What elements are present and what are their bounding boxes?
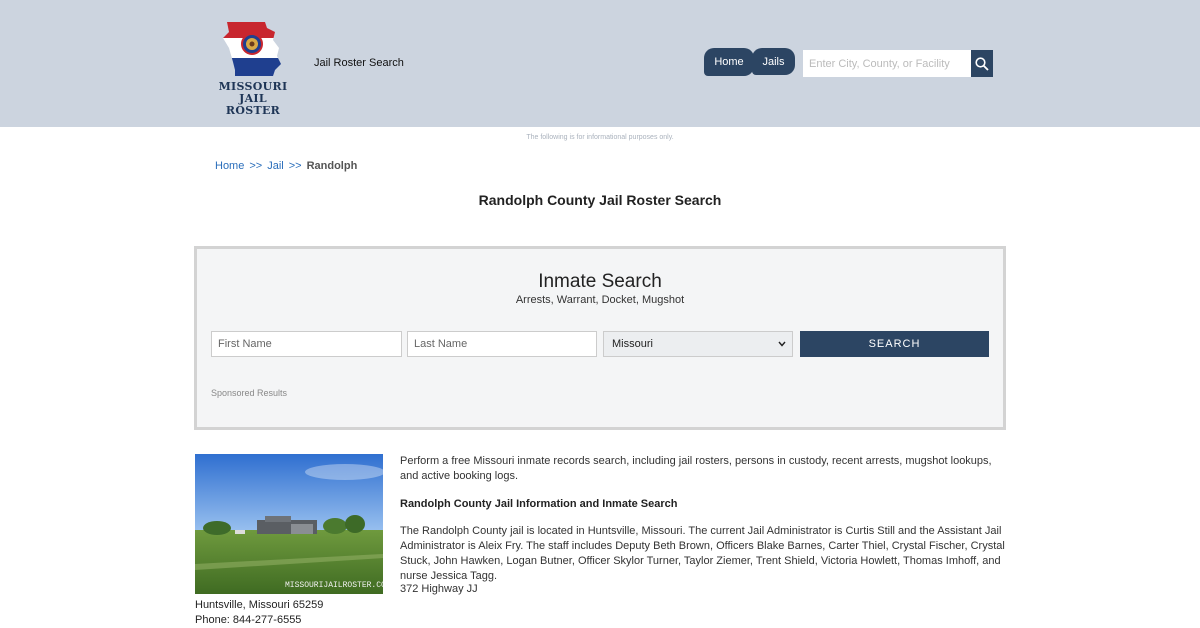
street-address: 372 Highway JJ: [400, 583, 478, 595]
first-name-input[interactable]: [211, 331, 402, 357]
logo-wordmark: MISSOURI JAIL ROSTER: [212, 81, 294, 117]
breadcrumb-jail-link[interactable]: Jail: [267, 160, 284, 172]
magnifier-icon: [975, 56, 989, 71]
facility-phone: Phone: 844-277-6555: [195, 614, 302, 626]
inmate-search-panel: Inmate Search Arrests, Warrant, Docket, …: [194, 246, 1006, 430]
site-header: MISSOURI JAIL ROSTER Jail Roster Search …: [0, 0, 1200, 127]
breadcrumb-home-link[interactable]: Home: [215, 160, 244, 172]
breadcrumb-separator: >>: [288, 160, 302, 172]
inmate-search-subtitle: Arrests, Warrant, Docket, Mugshot: [515, 294, 685, 306]
site-title[interactable]: Jail Roster Search: [314, 57, 404, 69]
page-title: Randolph County Jail Roster Search: [478, 192, 722, 208]
facility-city-state: Huntsville, Missouri 65259: [195, 599, 324, 611]
search-submit-button[interactable]: [971, 50, 993, 77]
photo-watermark: MISSOURIJAILROSTER.COM: [285, 581, 383, 590]
nav-home-button[interactable]: Home: [704, 48, 754, 76]
breadcrumb: Home >> Jail >> Randolph: [215, 160, 357, 172]
chevron-down-icon: [778, 341, 786, 347]
inmate-search-title: Inmate Search: [538, 271, 662, 292]
jail-building-image: MISSOURIJAILROSTER.COM: [195, 454, 383, 594]
logo-line-2: JAIL ROSTER: [225, 92, 281, 117]
last-name-input[interactable]: [407, 331, 597, 357]
section-heading: Randolph County Jail Information and Inm…: [400, 498, 678, 510]
breadcrumb-current: Randolph: [306, 160, 358, 172]
breadcrumb-separator: >>: [249, 160, 263, 172]
facility-address: Huntsville, Missouri 65259 Phone: 844-27…: [195, 598, 323, 628]
state-select[interactable]: Missouri: [603, 331, 793, 357]
state-select-value: Missouri: [612, 338, 653, 350]
jail-info-paragraph: The Randolph County jail is located in H…: [400, 525, 1005, 582]
nav-jails-button[interactable]: Jails: [752, 48, 795, 75]
facility-search-input[interactable]: [803, 50, 972, 77]
facility-photo: MISSOURIJAILROSTER.COM: [195, 454, 383, 594]
intro-paragraph: Perform a free Missouri inmate records s…: [400, 455, 992, 482]
inmate-search-button[interactable]: SEARCH: [800, 331, 989, 357]
disclaimer-text: The following is for informational purpo…: [526, 134, 674, 141]
sponsored-results-label: Sponsored Results: [211, 388, 288, 398]
